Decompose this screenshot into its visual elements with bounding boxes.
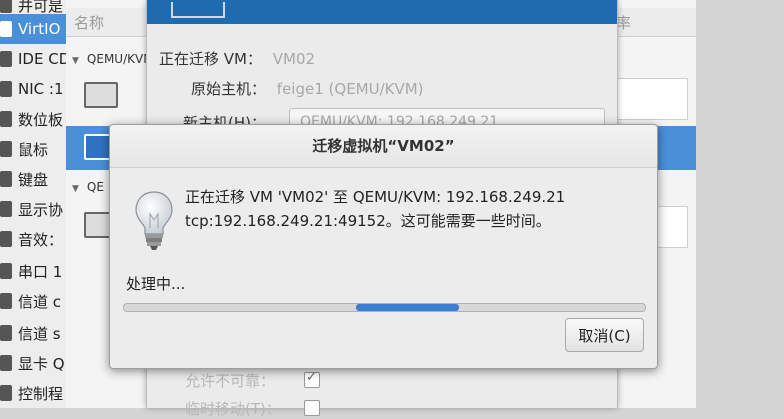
lightbulb-info-icon — [135, 191, 173, 250]
temporary-move-checkbox[interactable] — [304, 400, 320, 416]
allow-unsafe-checkbox[interactable] — [304, 370, 320, 388]
channel-icon — [0, 293, 12, 309]
channel-icon — [0, 325, 12, 341]
source-host-value: feige1 (QEMU/KVM) — [276, 80, 424, 98]
column-usage-header[interactable]: 率 — [616, 12, 631, 33]
hardware-label: NIC :1 — [18, 80, 64, 98]
connection-label: QE — [86, 180, 104, 194]
status-text: 处理中... — [126, 275, 186, 293]
hardware-label: 音效： — [18, 230, 64, 249]
disk-icon — [0, 21, 12, 37]
hardware-label: 显示协 — [18, 200, 64, 219]
sound-icon — [0, 231, 12, 247]
migration-progress-dialog: 迁移虚拟机“VM02” 正在迁移 VM 'VM02' 至 QEMU/KVM: 1… — [109, 124, 658, 369]
connection-label: QEMU/KVM — [86, 52, 154, 66]
hardware-item-keyboard[interactable]: 键盘 — [0, 164, 66, 194]
hardware-item-controller[interactable]: 控制程 — [0, 378, 66, 408]
hardware-item-display[interactable]: 显示协 — [0, 194, 66, 224]
hardware-label: 控制程 — [18, 384, 64, 403]
hardware-item-tablet[interactable]: 数位板 — [0, 104, 66, 134]
serial-icon — [0, 263, 12, 279]
connection-group-1[interactable]: ▼ QEMU/KVM — [72, 52, 154, 66]
network-icon — [0, 81, 12, 97]
cancel-button[interactable]: 取消(C) — [565, 318, 644, 352]
expand-arrow-icon[interactable]: ▼ — [72, 56, 79, 66]
hardware-item-video[interactable]: 显卡 Q — [0, 348, 66, 378]
hardware-label: VirtIO — [18, 20, 61, 38]
hardware-item-sound[interactable]: 音效： — [0, 224, 66, 254]
controller-icon — [0, 385, 12, 401]
hardware-item-channel-2[interactable]: 信道 s — [0, 318, 66, 348]
hardware-item-virtio[interactable]: VirtIO — [0, 14, 66, 44]
hardware-item-nic[interactable]: NIC :1 — [0, 74, 66, 104]
hardware-item-channel-1[interactable]: 信道 c — [0, 286, 66, 316]
mouse-icon — [0, 141, 12, 157]
migrating-vm-row: 正在迁移 VM： VM02 — [159, 48, 315, 69]
monitor-icon — [171, 2, 225, 18]
message-line-1: 正在迁移 VM 'VM02' 至 QEMU/KVM: 192.168.249.2… — [185, 188, 566, 206]
hardware-item-ide-cd[interactable]: IDE CD — [0, 44, 66, 74]
source-host-label: 原始主机： — [191, 80, 267, 98]
migrating-vm-value: VM02 — [272, 50, 316, 68]
hardware-label: 信道 s — [18, 324, 61, 343]
allow-unsafe-label: 允许不可靠： — [185, 372, 276, 390]
tablet-icon — [0, 111, 12, 127]
progress-bar — [123, 303, 646, 312]
hardware-item-mouse[interactable]: 鼠标 — [0, 134, 66, 164]
column-name-header[interactable]: 名称 — [74, 12, 104, 33]
dialog-title[interactable]: 迁移虚拟机“VM02” — [110, 125, 657, 168]
source-host-row: 原始主机： feige1 (QEMU/KVM) — [191, 78, 424, 99]
migration-message: 正在迁移 VM 'VM02' 至 QEMU/KVM: 192.168.249.2… — [185, 185, 645, 233]
temporary-move-label: 临时移动(T)： — [185, 400, 281, 418]
progress-bar-pulse — [356, 304, 459, 311]
hardware-label: 数位板 — [18, 110, 64, 129]
keyboard-icon — [0, 171, 12, 187]
message-line-2: tcp:192.168.249.21:49152。这可能需要一些时间。 — [185, 212, 551, 230]
migrate-header-banner — [147, 0, 617, 24]
hardware-label: 鼠标 — [18, 140, 49, 159]
hardware-label: IDE CD — [18, 50, 66, 68]
hardware-label: 键盘 — [18, 170, 49, 189]
hardware-icon — [0, 0, 12, 13]
cdrom-icon — [0, 51, 12, 67]
hardware-label: 显卡 Q — [18, 354, 65, 373]
hardware-item-serial[interactable]: 串口 1 — [0, 256, 66, 286]
display-icon — [0, 201, 12, 217]
hardware-label: 串口 1 — [18, 262, 63, 281]
hardware-label: 信道 c — [18, 292, 62, 311]
monitor-icon — [84, 82, 118, 108]
video-card-icon — [0, 355, 12, 371]
migrating-vm-label: 正在迁移 VM： — [159, 50, 262, 68]
expand-arrow-icon[interactable]: ▼ — [72, 184, 79, 194]
connection-group-2[interactable]: ▼ QE — [72, 180, 104, 194]
hardware-list: 并可是 VirtIO IDE CD NIC :1 数位板 鼠标 键盘 显示协 音… — [0, 0, 66, 408]
